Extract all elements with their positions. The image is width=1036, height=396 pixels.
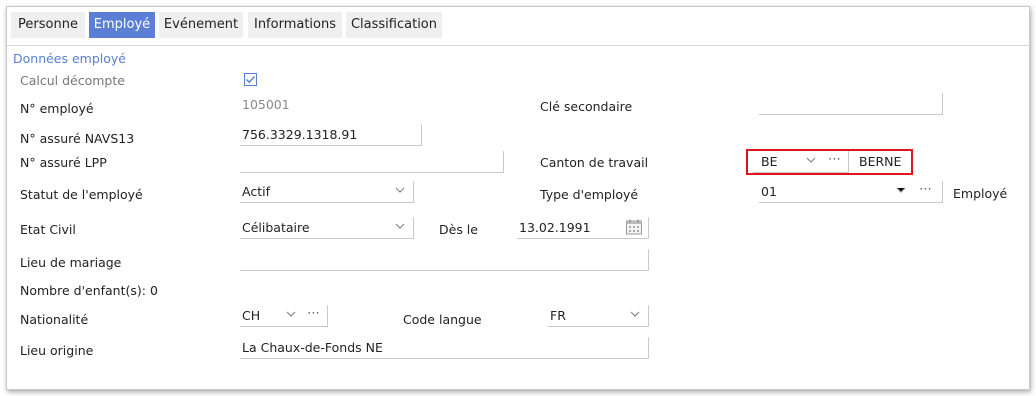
chevron-down-icon (896, 187, 906, 193)
lieu-mariage-label: Lieu de mariage (20, 255, 122, 270)
nationalite-select[interactable]: CH ⋯ (240, 305, 328, 327)
lieu-origine-value: La Chaux-de-Fonds NE (242, 340, 383, 355)
nationalite-value: CH (242, 308, 261, 323)
des-le-value: 13.02.1991 (519, 220, 591, 235)
des-le-label: Dès le (439, 222, 478, 237)
etat-civil-select[interactable]: Célibataire (240, 217, 414, 239)
chevron-down-icon (395, 187, 405, 193)
statut-value: Actif (242, 184, 270, 199)
code-langue-label: Code langue (403, 312, 482, 327)
type-employe-code: 01 (761, 184, 777, 199)
lieu-origine-input[interactable]: La Chaux-de-Fonds NE (240, 337, 649, 359)
canton-highlight (746, 149, 913, 175)
navs13-input[interactable]: 756.3329.1318.91 (240, 124, 422, 146)
tab-personne[interactable]: Personne (11, 12, 85, 38)
calcul-decompte-label: Calcul décompte (20, 73, 125, 88)
employee-panel: Personne Employé Evénement Informations … (6, 6, 1030, 390)
enfants-label: Nombre d'enfant(s): 0 (20, 283, 158, 298)
code-langue-select[interactable]: FR (548, 305, 649, 327)
type-employe-label: Type d'employé (540, 187, 639, 202)
lpp-label: N° assuré LPP (20, 155, 107, 170)
more-icon[interactable]: ⋯ (307, 306, 320, 321)
canton-label: Canton de travail (540, 155, 649, 170)
nationalite-label: Nationalité (20, 312, 89, 327)
chevron-down-icon (630, 311, 640, 317)
des-le-input[interactable]: 13.02.1991 (517, 217, 649, 239)
numero-employe-value: 105001 (242, 97, 290, 112)
section-title: Données employé (13, 51, 126, 66)
cle-secondaire-label: Clé secondaire (540, 99, 633, 114)
lpp-input[interactable] (240, 151, 504, 173)
etat-civil-label: Etat Civil (20, 222, 76, 237)
etat-civil-value: Célibataire (242, 220, 310, 235)
tab-informations[interactable]: Informations (248, 12, 342, 38)
calcul-decompte-checkbox[interactable] (244, 73, 257, 86)
numero-employe-label: N° employé (20, 101, 94, 116)
chevron-down-icon (286, 311, 296, 317)
navs13-label: N° assuré NAVS13 (20, 131, 135, 146)
chevron-down-icon (395, 223, 405, 229)
more-icon[interactable]: ⋯ (919, 182, 932, 197)
navs13-value: 756.3329.1318.91 (242, 127, 358, 142)
lieu-mariage-input[interactable] (240, 249, 649, 271)
type-employe-name: Employé (953, 186, 1008, 201)
tab-employe[interactable]: Employé (89, 12, 155, 38)
statut-label: Statut de l'employé (20, 187, 143, 202)
tab-evenement[interactable]: Evénement (159, 12, 243, 38)
tab-divider (7, 45, 1029, 46)
statut-select[interactable]: Actif (240, 181, 414, 203)
tab-classification[interactable]: Classification (346, 12, 442, 38)
lieu-origine-label: Lieu origine (20, 343, 94, 358)
code-langue-value: FR (550, 308, 566, 323)
cle-secondaire-input[interactable] (759, 93, 943, 115)
calendar-icon[interactable] (625, 218, 643, 236)
type-employe-select[interactable]: 01 ⋯ (759, 181, 943, 203)
